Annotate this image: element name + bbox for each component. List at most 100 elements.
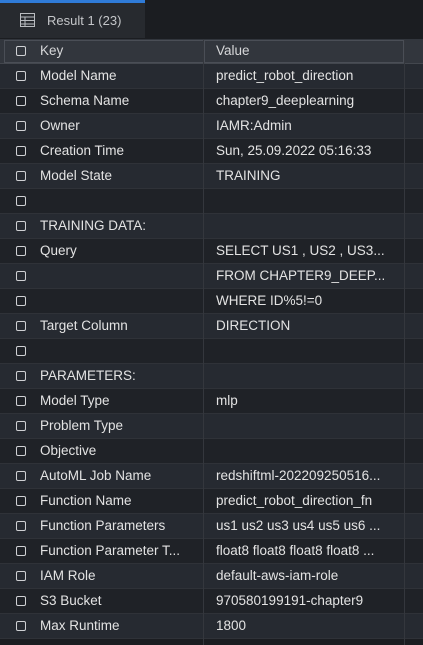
table-row[interactable]: S3 Bucket 970580199191-chapter9 [0, 589, 423, 614]
row-value: chapter9_deeplearning [216, 93, 355, 108]
row-key: Function Parameter T... [40, 543, 181, 558]
table-row[interactable]: WHERE ID%5!=0 [0, 289, 423, 314]
grid-header-row: Key Value [0, 39, 423, 64]
table-row[interactable]: Function Parameters us1 us2 us3 us4 us5 u… [0, 514, 423, 539]
column-divider [203, 39, 204, 645]
row-value: mlp [216, 393, 238, 408]
row-checkbox[interactable] [16, 371, 26, 381]
table-row[interactable]: AutoML Job Name redshiftml-20220925​0516.… [0, 464, 423, 489]
row-checkbox[interactable] [16, 196, 26, 206]
table-row[interactable]: Model Name predict_robot_direction [0, 64, 423, 89]
row-checkbox[interactable] [16, 546, 26, 556]
tab-result-1[interactable]: Result 1 (23) [0, 0, 145, 38]
row-value: Sun, 25.09.2022 05:16:33 [216, 143, 372, 158]
row-value: predict_robot_direction [216, 68, 354, 83]
row-key: Model Type [40, 393, 110, 408]
table-row[interactable]: Model Type mlp [0, 389, 423, 414]
row-checkbox[interactable] [16, 96, 26, 106]
table-row[interactable]: Model State TRAINING [0, 164, 423, 189]
row-checkbox[interactable] [16, 221, 26, 231]
row-key: IAM Role [40, 568, 96, 583]
table-row[interactable]: Problem Type [0, 414, 423, 439]
row-checkbox[interactable] [16, 596, 26, 606]
row-key [40, 264, 192, 288]
row-value: 970580199191-chapter9 [216, 593, 364, 608]
row-key: Max Runtime [40, 618, 120, 633]
row-checkbox[interactable] [16, 271, 26, 281]
row-key: Function Parameters [40, 518, 166, 533]
results-tab-bar: Result 1 (23) [0, 0, 423, 38]
row-key: Objective [40, 443, 97, 458]
row-key: Schema Name [40, 93, 130, 108]
table-row[interactable]: Owner IAMR:Admin [0, 114, 423, 139]
row-checkbox[interactable] [16, 121, 26, 131]
row-key [40, 289, 192, 313]
row-value: float8 float8 float8 float8 ... [216, 543, 375, 558]
row-key: Creation Time [40, 143, 125, 158]
row-value [216, 364, 396, 388]
row-key: Problem Type [40, 418, 124, 433]
table-icon [20, 13, 35, 27]
column-header-key: Key [40, 43, 64, 58]
row-checkbox[interactable] [16, 521, 26, 531]
table-row[interactable]: Query SELECT US1 , US2 , US3... [0, 239, 423, 264]
row-checkbox[interactable] [16, 446, 26, 456]
row-value: default-aws-iam-role [216, 568, 339, 583]
row-checkbox[interactable] [16, 471, 26, 481]
table-row[interactable] [0, 189, 423, 214]
row-checkbox[interactable] [16, 496, 26, 506]
row-key: Model Name [40, 68, 117, 83]
table-row[interactable]: PARAMETERS: [0, 364, 423, 389]
row-key: Function Name [40, 493, 132, 508]
row-checkbox[interactable] [16, 246, 26, 256]
row-key: Query [40, 243, 77, 258]
row-key: S3 Bucket [40, 593, 102, 608]
row-value [216, 214, 396, 238]
table-row[interactable]: FROM CHAPTER9_DEEP... [0, 264, 423, 289]
table-row[interactable]: Schema Name chapter9_deeplearning [0, 89, 423, 114]
row-key: Owner [40, 118, 80, 133]
tab-label: Result 1 (23) [47, 13, 122, 28]
table-row[interactable]: Objective [0, 439, 423, 464]
row-checkbox[interactable] [16, 296, 26, 306]
table-row[interactable] [0, 339, 423, 364]
result-grid: Key Value Model Name predict_robot_direct… [0, 39, 423, 645]
table-row[interactable]: IAM Role default-aws-iam-role [0, 564, 423, 589]
row-key [40, 189, 192, 213]
row-checkbox[interactable] [16, 71, 26, 81]
row-key: AutoML Job Name [40, 468, 152, 483]
row-value: redshiftml-20220925​0516... [216, 468, 381, 483]
row-key: Target Column [40, 318, 128, 333]
table-row[interactable]: Creation Time Sun, 25.09.2022 05:16:33 [0, 139, 423, 164]
row-value [216, 339, 396, 363]
row-checkbox[interactable] [16, 146, 26, 156]
table-row[interactable]: TRAINING DATA: [0, 214, 423, 239]
row-checkbox[interactable] [16, 571, 26, 581]
table-row[interactable]: Target Column DIRECTION [0, 314, 423, 339]
row-value: IAMR:Admin [216, 118, 292, 133]
row-value: DIRECTION [216, 318, 291, 333]
row-value: TRAINING [216, 168, 281, 183]
row-checkbox[interactable] [16, 346, 26, 356]
row-checkbox[interactable] [16, 421, 26, 431]
row-value: predict_robot_direction_fn [216, 493, 373, 508]
row-value: FROM CHAPTER9_DEEP... [216, 268, 386, 283]
row-checkbox[interactable] [16, 621, 26, 631]
row-key: PARAMETERS: [40, 368, 136, 383]
row-value: SELECT US1 , US2 , US3... [216, 243, 385, 258]
row-value: 1800 [216, 618, 247, 633]
table-row[interactable]: Max Runtime 1800 [0, 614, 423, 639]
row-value [216, 414, 396, 438]
row-checkbox[interactable] [16, 396, 26, 406]
row-key: Model State [40, 168, 113, 183]
row-key [40, 339, 192, 363]
row-checkbox[interactable] [16, 321, 26, 331]
column-header-value: Value [216, 43, 250, 58]
row-value: WHERE ID%5!=0 [216, 293, 323, 308]
row-checkbox[interactable] [16, 171, 26, 181]
row-value [216, 439, 396, 463]
table-row[interactable]: Function Name predict_robot_direction_fn [0, 489, 423, 514]
row-value: us1 us2 us3 us4 us5 us6 ... [216, 518, 381, 533]
table-row[interactable]: Function Parameter T... float8 float8 flo… [0, 539, 423, 564]
row-key: TRAINING DATA: [40, 218, 147, 233]
